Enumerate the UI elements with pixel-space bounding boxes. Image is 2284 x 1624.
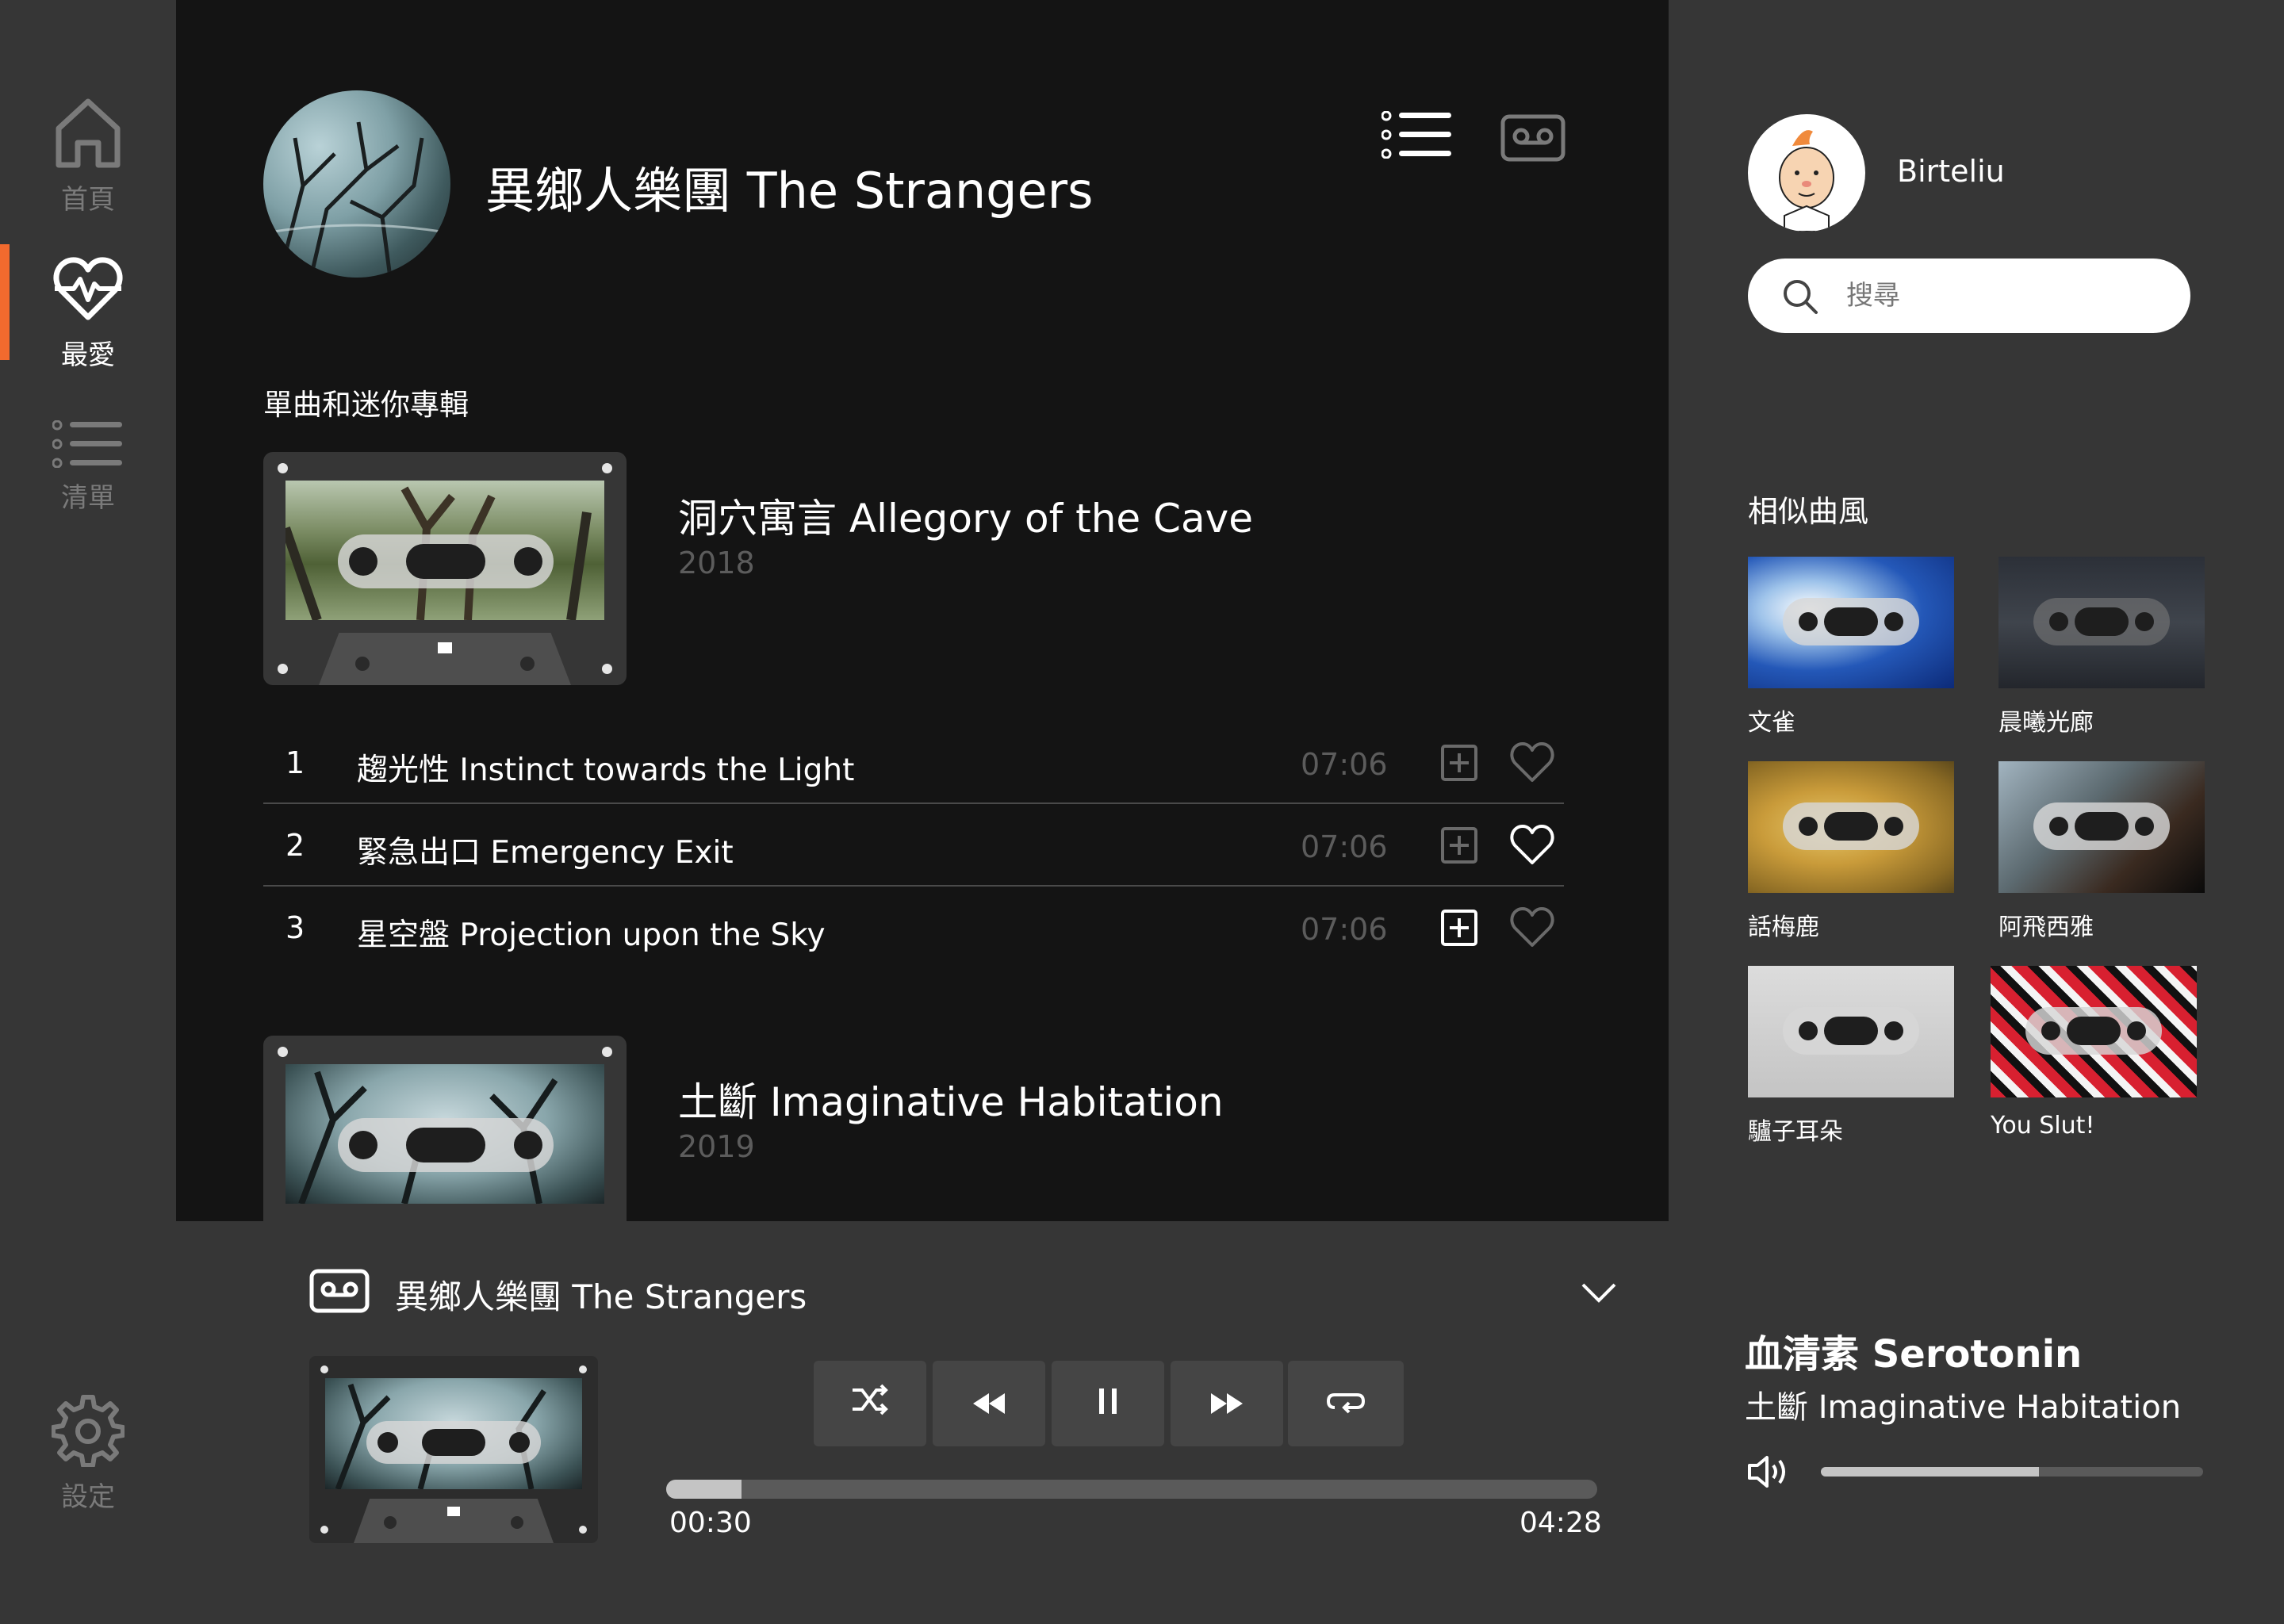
heart-pulse-icon <box>52 257 125 328</box>
now-playing-artist[interactable]: 異鄉人樂團 The Strangers <box>395 1270 807 1319</box>
elapsed-time: 00:30 <box>669 1507 752 1539</box>
add-to-playlist-icon[interactable] <box>1440 826 1478 868</box>
similar-artist-label: 阿飛西雅 <box>1998 914 2094 941</box>
track-title[interactable]: 緊急出口 Emergency Exit <box>357 828 734 872</box>
similar-artist-item[interactable]: You Slut! <box>1991 966 2197 1139</box>
right-panel: Birteliu 相似曲風 文雀 晨曦光廊 話梅鹿 阿飛西雅 驢子耳朵 You … <box>1669 0 2284 1221</box>
similar-artist-label: 話梅鹿 <box>1748 914 1819 941</box>
album-title[interactable]: 土斷 Imaginative Habitation <box>678 1071 1224 1128</box>
track-row[interactable]: 1 趨光性 Instinct towards the Light 07:06 <box>263 722 1564 804</box>
artist-page: 異鄉人樂團 The Strangers 單曲和迷你專輯 洞穴寓言 Allegor… <box>176 0 1669 1221</box>
track-duration: 07:06 <box>1301 912 1388 947</box>
repeat-icon <box>1326 1384 1366 1424</box>
player-bar: 異鄉人樂團 The Strangers 00:30 04:28 血清素 Sero… <box>176 1221 2284 1624</box>
nav-favorites-label: 最愛 <box>61 339 115 371</box>
nav-settings[interactable]: 設定 <box>0 1394 176 1514</box>
heart-icon[interactable] <box>1510 742 1554 787</box>
track-number: 1 <box>286 745 305 780</box>
track-number: 2 <box>286 828 305 863</box>
volume-icon[interactable] <box>1746 1454 1791 1492</box>
track-duration: 07:06 <box>1301 829 1388 864</box>
similar-artist-item[interactable]: 驢子耳朵 <box>1748 966 1954 1147</box>
home-icon <box>54 98 122 173</box>
cassette-icon <box>309 1269 370 1316</box>
rewind-button[interactable] <box>933 1361 1045 1446</box>
track-title[interactable]: 星空盤 Projection upon the Sky <box>357 910 826 955</box>
track-list: 1 趨光性 Instinct towards the Light 07:06 2… <box>263 722 1564 969</box>
fast-forward-icon <box>1209 1384 1244 1424</box>
list-view-button[interactable] <box>1381 110 1453 162</box>
similar-artist-thumbnail <box>1998 761 2205 893</box>
rewind-icon <box>971 1384 1006 1424</box>
similar-artist-label: 文雀 <box>1748 709 1795 737</box>
search-bar[interactable] <box>1748 259 2190 333</box>
user-name: Birteliu <box>1897 154 2005 189</box>
sidebar: 首頁 最愛 清單 設定 <box>0 0 176 1624</box>
heart-icon[interactable] <box>1510 825 1554 869</box>
add-to-playlist-icon[interactable] <box>1440 909 1478 950</box>
avatar[interactable] <box>1748 114 1865 232</box>
similar-artist-label: 晨曦光廊 <box>1998 709 2094 737</box>
volume-slider[interactable] <box>1821 1467 2203 1477</box>
search-input[interactable] <box>1845 273 2162 319</box>
similar-artist-item[interactable]: 晨曦光廊 <box>1998 557 2205 737</box>
album-title[interactable]: 洞穴寓言 Allegory of the Cave <box>678 487 1253 544</box>
pause-button[interactable] <box>1052 1361 1164 1446</box>
nav-favorites[interactable]: 最愛 <box>0 244 176 372</box>
now-playing-cassette <box>309 1356 598 1543</box>
similar-artist-item[interactable]: 文雀 <box>1748 557 1954 737</box>
pause-icon <box>1096 1384 1120 1424</box>
now-playing-album: 土斷 Imaginative Habitation <box>1745 1389 2182 1426</box>
album-year: 2019 <box>678 1129 755 1164</box>
similar-artist-label: 驢子耳朵 <box>1748 1118 1843 1146</box>
similar-artist-item[interactable]: 阿飛西雅 <box>1998 761 2205 942</box>
artist-name: 異鄉人樂團 The Strangers <box>485 162 1094 220</box>
album-cassette-cover[interactable] <box>263 452 627 685</box>
nav-home-label: 首頁 <box>61 184 115 216</box>
album-cassette-cover[interactable] <box>263 1036 627 1221</box>
track-row[interactable]: 3 星空盤 Projection upon the Sky 07:06 <box>263 887 1564 969</box>
repeat-button[interactable] <box>1288 1361 1404 1446</box>
similar-artist-thumbnail <box>1748 557 1954 688</box>
similar-section-title: 相似曲風 <box>1748 494 1869 529</box>
total-time: 04:28 <box>1519 1507 1602 1539</box>
section-title: 單曲和迷你專輯 <box>263 388 469 422</box>
cassette-view-icon <box>1500 114 1565 165</box>
cassette-view-button[interactable] <box>1500 114 1565 165</box>
heart-icon[interactable] <box>1510 907 1554 952</box>
similar-artist-thumbnail <box>1991 966 2197 1097</box>
similar-artist-thumbnail <box>1748 761 1954 893</box>
album-year: 2018 <box>678 546 755 580</box>
similar-artist-label: You Slut! <box>1991 1112 2095 1139</box>
seek-bar[interactable] <box>666 1480 1597 1499</box>
artist-avatar <box>263 90 450 278</box>
track-row[interactable]: 2 緊急出口 Emergency Exit 07:06 <box>263 804 1564 887</box>
nav-playlist-label: 清單 <box>61 482 115 514</box>
seek-bar-fill <box>666 1480 742 1499</box>
nav-home[interactable]: 首頁 <box>0 97 176 216</box>
similar-artist-thumbnail <box>1998 557 2205 688</box>
list-icon <box>52 419 124 471</box>
volume-slider-fill <box>1821 1467 2039 1477</box>
now-playing-song: 血清素 Serotonin <box>1745 1332 2083 1377</box>
add-to-playlist-icon[interactable] <box>1440 744 1478 785</box>
search-icon <box>1781 278 1819 319</box>
shuffle-icon <box>851 1384 889 1424</box>
chevron-down-icon[interactable] <box>1580 1281 1618 1308</box>
nav-playlist[interactable]: 清單 <box>0 419 176 515</box>
track-title[interactable]: 趨光性 Instinct towards the Light <box>357 745 854 790</box>
similar-artist-thumbnail <box>1748 966 1954 1097</box>
track-number: 3 <box>286 910 305 945</box>
similar-artist-item[interactable]: 話梅鹿 <box>1748 761 1954 942</box>
nav-settings-label: 設定 <box>61 1481 115 1513</box>
gear-icon <box>51 1395 125 1470</box>
shuffle-button[interactable] <box>814 1361 926 1446</box>
track-duration: 07:06 <box>1301 747 1388 782</box>
list-view-icon <box>1381 110 1453 162</box>
fast-forward-button[interactable] <box>1171 1361 1283 1446</box>
